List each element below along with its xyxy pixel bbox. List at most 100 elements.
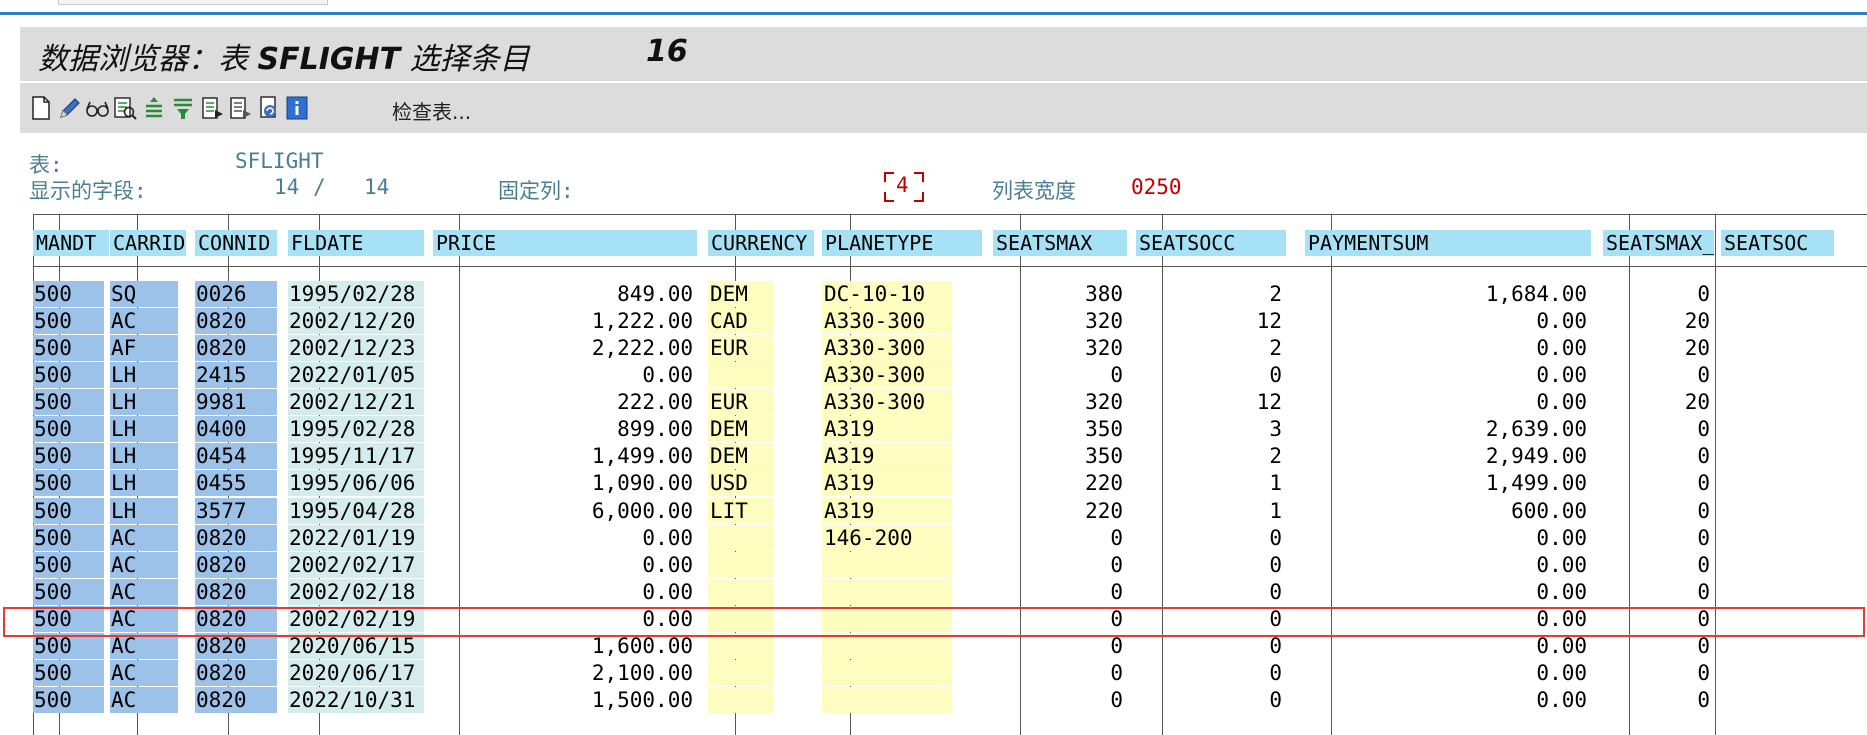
cell-price[interactable]: 1,222.00 [433, 308, 697, 334]
cell-price[interactable]: 1,499.00 [433, 443, 697, 469]
cell-seatsmax[interactable]: 380 [993, 281, 1127, 307]
cell-price[interactable]: 2,100.00 [433, 660, 697, 686]
info-icon[interactable] [284, 94, 310, 122]
cell-fldate[interactable]: 2020/06/17 [288, 660, 424, 686]
column-header-carrid[interactable]: CARRID [110, 230, 186, 256]
cell-currency[interactable] [708, 552, 774, 578]
cell-paymentsum[interactable]: 0.00 [1305, 687, 1591, 713]
cell-price[interactable]: 0.00 [433, 552, 697, 578]
cell-seatsocc[interactable]: 0 [1136, 687, 1286, 713]
cell-seatsocc[interactable]: 0 [1136, 362, 1286, 388]
cell-mandt[interactable]: 500 [33, 579, 104, 605]
cell-planetype[interactable]: A330-300 [822, 335, 952, 361]
cell-mandt[interactable]: 500 [33, 525, 104, 551]
cell-connid[interactable]: 0454 [195, 443, 277, 469]
cell-seatsmax[interactable]: 0 [993, 687, 1127, 713]
new-document-icon[interactable] [28, 94, 54, 122]
cell-mandt[interactable]: 500 [33, 335, 104, 361]
cell-seatsmax-b[interactable]: 20 [1603, 308, 1714, 334]
cell-paymentsum[interactable]: 0.00 [1305, 335, 1591, 361]
cell-fldate[interactable]: 1995/02/28 [288, 281, 424, 307]
export-list-icon[interactable] [200, 94, 226, 122]
cell-connid[interactable]: 0820 [195, 308, 277, 334]
cell-carrid[interactable]: LH [110, 498, 178, 524]
cell-carrid[interactable]: AC [110, 660, 178, 686]
cell-seatsmax[interactable]: 0 [993, 362, 1127, 388]
cell-seatsmax[interactable]: 220 [993, 470, 1127, 496]
cell-fldate[interactable]: 2002/12/21 [288, 389, 424, 415]
cell-paymentsum[interactable]: 2,639.00 [1305, 416, 1591, 442]
cell-connid[interactable]: 0820 [195, 552, 277, 578]
cell-seatsocc-b[interactable] [1721, 579, 1834, 605]
cell-planetype[interactable] [822, 579, 952, 605]
cell-seatsmax-b[interactable]: 20 [1603, 335, 1714, 361]
cell-seatsmax-b[interactable]: 0 [1603, 443, 1714, 469]
cell-fldate[interactable]: 2002/02/17 [288, 552, 424, 578]
details-icon[interactable] [112, 94, 138, 122]
column-header-price[interactable]: PRICE [433, 230, 697, 256]
cell-price[interactable]: 6,000.00 [433, 498, 697, 524]
cell-price[interactable]: 222.00 [433, 389, 697, 415]
cell-planetype[interactable] [822, 660, 952, 686]
cell-seatsmax[interactable]: 0 [993, 552, 1127, 578]
cell-price[interactable]: 0.00 [433, 362, 697, 388]
cell-seatsmax-b[interactable]: 0 [1603, 525, 1714, 551]
cell-connid[interactable]: 0455 [195, 470, 277, 496]
cell-currency[interactable] [708, 660, 774, 686]
cell-planetype[interactable]: A330-300 [822, 308, 952, 334]
cell-paymentsum[interactable]: 0.00 [1305, 525, 1591, 551]
cell-seatsmax[interactable]: 320 [993, 335, 1127, 361]
cell-seatsocc[interactable]: 0 [1136, 552, 1286, 578]
cell-fldate[interactable]: 2002/12/20 [288, 308, 424, 334]
cell-currency[interactable] [708, 579, 774, 605]
cell-seatsmax-b[interactable]: 0 [1603, 498, 1714, 524]
cell-seatsmax[interactable]: 220 [993, 498, 1127, 524]
cell-seatsocc-b[interactable] [1721, 389, 1834, 415]
cell-seatsocc-b[interactable] [1721, 470, 1834, 496]
cell-seatsocc[interactable]: 12 [1136, 308, 1286, 334]
cell-planetype[interactable]: A330-300 [822, 389, 952, 415]
cell-price[interactable]: 849.00 [433, 281, 697, 307]
cell-mandt[interactable]: 500 [33, 660, 104, 686]
cell-currency[interactable]: CAD [708, 308, 774, 334]
cell-paymentsum[interactable]: 0.00 [1305, 308, 1591, 334]
cell-seatsmax-b[interactable]: 0 [1603, 416, 1714, 442]
cell-planetype[interactable]: A319 [822, 443, 952, 469]
cell-carrid[interactable]: LH [110, 416, 178, 442]
cell-price[interactable]: 0.00 [433, 525, 697, 551]
sort-ascending-icon[interactable] [142, 94, 168, 122]
cell-paymentsum[interactable]: 0.00 [1305, 660, 1591, 686]
cell-carrid[interactable]: AC [110, 308, 178, 334]
cell-price[interactable]: 1,090.00 [433, 470, 697, 496]
cell-fldate[interactable]: 1995/06/06 [288, 470, 424, 496]
cell-seatsmax-b[interactable]: 0 [1603, 470, 1714, 496]
cell-seatsmax[interactable]: 0 [993, 660, 1127, 686]
cell-planetype[interactable]: A330-300 [822, 362, 952, 388]
cell-paymentsum[interactable]: 600.00 [1305, 498, 1591, 524]
cell-mandt[interactable]: 500 [33, 470, 104, 496]
cell-mandt[interactable]: 500 [33, 389, 104, 415]
cell-paymentsum[interactable]: 1,684.00 [1305, 281, 1591, 307]
cell-currency[interactable]: DEM [708, 443, 774, 469]
cell-planetype[interactable]: DC-10-10 [822, 281, 952, 307]
cell-connid[interactable]: 0820 [195, 525, 277, 551]
cell-paymentsum[interactable]: 0.00 [1305, 579, 1591, 605]
cell-carrid[interactable]: LH [110, 362, 178, 388]
column-header-seatsmax[interactable]: SEATSMAX [993, 230, 1127, 256]
cell-seatsocc[interactable]: 0 [1136, 525, 1286, 551]
cell-carrid[interactable]: LH [110, 470, 178, 496]
cell-currency[interactable]: USD [708, 470, 774, 496]
cell-mandt[interactable]: 500 [33, 498, 104, 524]
cell-carrid[interactable]: AC [110, 552, 178, 578]
cell-seatsmax[interactable]: 350 [993, 443, 1127, 469]
cell-seatsmax-b[interactable]: 0 [1603, 281, 1714, 307]
cell-seatsocc-b[interactable] [1721, 552, 1834, 578]
cell-fldate[interactable]: 2022/10/31 [288, 687, 424, 713]
cell-seatsmax[interactable]: 0 [993, 579, 1127, 605]
cell-seatsmax-b[interactable]: 0 [1603, 579, 1714, 605]
cell-seatsmax-b[interactable]: 0 [1603, 362, 1714, 388]
column-header-fldate[interactable]: FLDATE [288, 230, 424, 256]
cell-connid[interactable]: 0026 [195, 281, 277, 307]
cell-seatsocc[interactable]: 2 [1136, 443, 1286, 469]
cell-currency[interactable]: DEM [708, 416, 774, 442]
